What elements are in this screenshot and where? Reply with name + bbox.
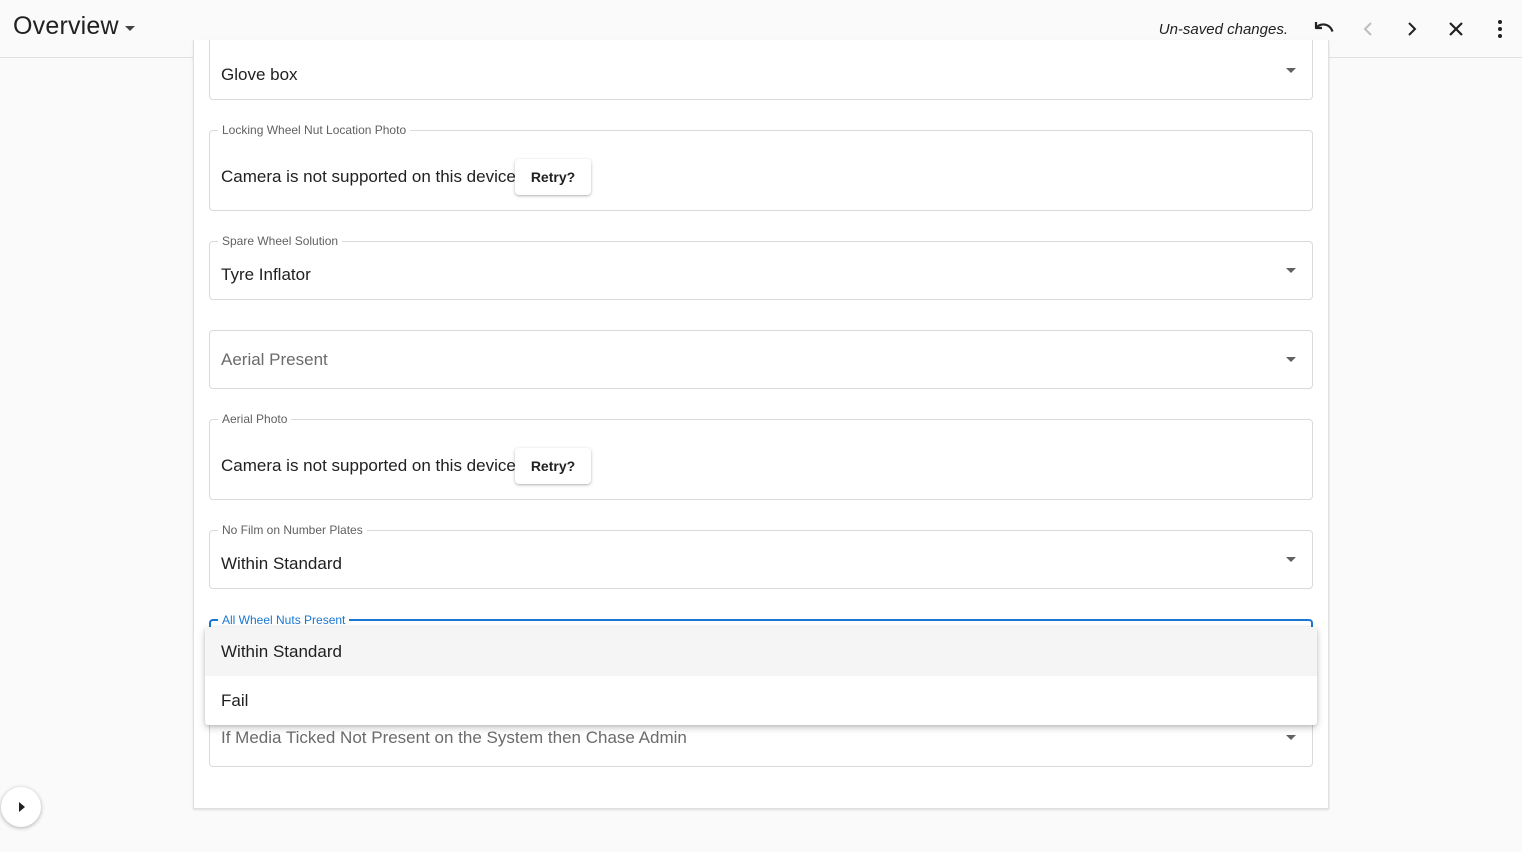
caret-down-icon [1286, 268, 1296, 273]
option-label: Fail [221, 690, 249, 710]
retry-button[interactable]: Retry? [515, 159, 591, 195]
more-vertical-icon [1498, 20, 1502, 38]
camera-unsupported-message: Camera is not supported on this device [221, 456, 516, 475]
glove-box-value: Glove box [221, 65, 298, 84]
retry-button[interactable]: Retry? [515, 448, 591, 484]
overview-menu-button[interactable]: Overview [13, 12, 135, 41]
chevron-left-icon [1363, 22, 1372, 36]
chevron-right-icon [1408, 22, 1417, 36]
next-button[interactable] [1390, 7, 1434, 51]
option-label: Within Standard [221, 641, 342, 661]
camera-unsupported-message: Camera is not supported on this device [221, 167, 516, 186]
unsaved-changes-text: Un-saved changes. [1158, 20, 1288, 38]
no-film-number-plates-value: Within Standard [221, 554, 342, 573]
locking-wheel-nut-photo-field: Locking Wheel Nut Location Photo Camera … [209, 123, 1313, 211]
aerial-present-select[interactable]: Aerial Present [209, 330, 1313, 389]
caret-down-icon [124, 25, 135, 31]
spare-wheel-solution-label: Spare Wheel Solution [218, 234, 343, 248]
dropdown-menu: Within Standard Fail [205, 627, 1317, 725]
play-arrow-icon [19, 802, 25, 812]
previous-button[interactable] [1346, 7, 1390, 51]
close-button[interactable] [1434, 7, 1478, 51]
caret-down-icon [1286, 557, 1296, 562]
no-film-number-plates-select[interactable]: No Film on Number Plates Within Standard [209, 523, 1313, 589]
spare-wheel-solution-value: Tyre Inflator [221, 265, 311, 284]
page-title: Overview [13, 12, 119, 40]
aerial-photo-label: Aerial Photo [218, 412, 292, 426]
undo-icon [1314, 22, 1334, 32]
aerial-present-placeholder: Aerial Present [221, 350, 328, 369]
locking-wheel-nut-photo-label: Locking Wheel Nut Location Photo [218, 123, 411, 137]
more-options-button[interactable] [1478, 7, 1522, 51]
spare-wheel-solution-select[interactable]: Spare Wheel Solution Tyre Inflator [209, 234, 1313, 300]
caret-down-icon [1286, 735, 1296, 740]
glove-box-select[interactable]: Glove box [209, 40, 1313, 100]
aerial-photo-field: Aerial Photo Camera is not supported on … [209, 412, 1313, 500]
caret-down-icon [1286, 68, 1296, 73]
close-icon [1449, 22, 1463, 36]
dropdown-option-fail[interactable]: Fail [205, 676, 1317, 725]
no-film-number-plates-label: No Film on Number Plates [218, 523, 367, 537]
all-wheel-nuts-present-label: All Wheel Nuts Present [218, 613, 350, 627]
dropdown-option-within-standard[interactable]: Within Standard [205, 627, 1317, 676]
caret-down-icon [1286, 357, 1296, 362]
expand-panel-button[interactable] [1, 787, 41, 827]
media-chase-admin-placeholder: If Media Ticked Not Present on the Syste… [221, 728, 687, 747]
